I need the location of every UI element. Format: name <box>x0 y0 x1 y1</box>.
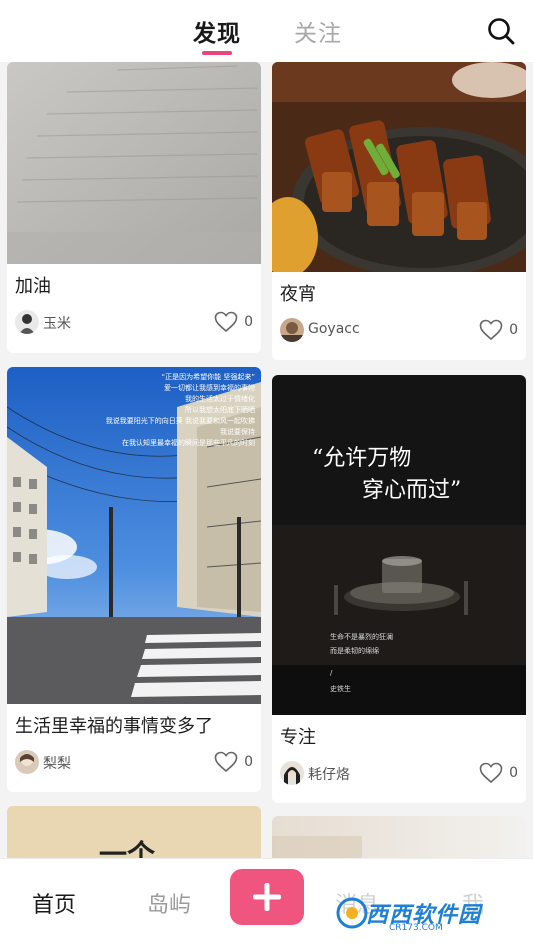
author-name[interactable]: 玉米 <box>43 313 71 333</box>
post-title: 加油 <box>15 276 51 297</box>
heart-icon <box>214 311 238 333</box>
tab-discover[interactable]: 发现 <box>193 14 241 48</box>
post-card[interactable] <box>272 816 526 858</box>
avatar[interactable] <box>15 310 39 334</box>
post-image: 一个 <box>7 806 261 858</box>
avatar[interactable] <box>280 318 304 342</box>
search-icon <box>488 18 515 45</box>
like-button[interactable]: 0 <box>214 310 253 334</box>
small-quote-text: 生命不是暴烈的狂澜 <box>330 632 393 641</box>
like-button[interactable]: 0 <box>214 750 253 774</box>
post-meta: 梨梨 0 <box>15 750 253 776</box>
bottom-navigation: 首页 岛屿 消息 我 西西软件园 CR173.COM <box>0 858 533 948</box>
post-card[interactable]: 夜宵 Goyacc 0 <box>272 62 526 360</box>
author-name[interactable]: 梨梨 <box>43 753 71 773</box>
post-card[interactable]: 一个 <box>7 806 261 858</box>
like-count: 0 <box>509 765 518 781</box>
overlay-text: 我说要保持 <box>220 427 255 436</box>
heart-icon <box>479 762 503 784</box>
create-post-button[interactable] <box>230 869 304 925</box>
heart-icon <box>214 751 238 773</box>
post-meta: Goyacc 0 <box>280 318 518 344</box>
post-card[interactable]: “允许万物 穿心而过” 生命不是暴烈的狂澜 而是柔韧的绵绵 / 史铁生 专注 耗… <box>272 375 526 803</box>
avatar[interactable] <box>15 750 39 774</box>
avatar[interactable] <box>280 761 304 785</box>
active-tab-indicator <box>202 51 232 55</box>
nav-islands[interactable]: 岛屿 <box>147 887 191 919</box>
watermark-url: CR173.COM <box>389 923 443 933</box>
post-meta: 玉米 0 <box>15 310 253 336</box>
overlay-text: 在我认知里最幸福的瞬间是那些平凡的时刻 <box>122 438 255 447</box>
overlay-text: 所以我想太阳底下晒晒 <box>185 405 255 414</box>
like-count: 0 <box>244 754 253 770</box>
post-image <box>272 62 526 272</box>
post-title: 生活里幸福的事情变多了 <box>15 716 213 737</box>
heart-icon <box>479 319 503 341</box>
top-header: 发现 关注 <box>0 0 533 62</box>
discover-feed[interactable]: 加油 玉米 0 夜宵 Goyacc 0 “正是因为希望你能 坚强起来” 爱一切都… <box>0 62 533 858</box>
like-button[interactable]: 0 <box>479 761 518 785</box>
site-watermark-logo: 西西软件园 CR173.COM <box>334 889 514 937</box>
overlay-text: 我的生活太过于情绪化 <box>185 394 255 403</box>
overlay-text: “正是因为希望你能 坚强起来” <box>162 372 255 381</box>
tab-following[interactable]: 关注 <box>294 14 342 48</box>
plus-icon <box>253 883 281 911</box>
post-image: “正是因为希望你能 坚强起来” 爱一切都让我感到幸福的事物 我的生活太过于情绪化… <box>7 367 261 704</box>
overlay-text: 我说我要阳光下的向日葵 我说我要和风一起吹拂 <box>106 416 255 425</box>
post-card[interactable]: “正是因为希望你能 坚强起来” 爱一切都让我感到幸福的事物 我的生活太过于情绪化… <box>7 367 261 792</box>
small-quote-text: 而是柔韧的绵绵 <box>330 646 379 655</box>
post-title: 夜宵 <box>280 284 316 305</box>
quote-text: “允许万物 <box>312 446 411 471</box>
like-count: 0 <box>244 314 253 330</box>
post-card[interactable]: 加油 玉米 0 <box>7 62 261 353</box>
author-name[interactable]: 耗仔烙 <box>308 764 350 784</box>
like-count: 0 <box>509 322 518 338</box>
post-image <box>272 816 526 858</box>
post-image: “允许万物 穿心而过” 生命不是暴烈的狂澜 而是柔韧的绵绵 / 史铁生 <box>272 375 526 715</box>
nav-home[interactable]: 首页 <box>32 887 76 919</box>
search-button[interactable] <box>486 16 516 46</box>
post-image <box>7 62 261 264</box>
quote-text: 穿心而过” <box>362 478 461 503</box>
author-name[interactable]: Goyacc <box>308 321 360 337</box>
overlay-text: 爱一切都让我感到幸福的事物 <box>164 383 255 392</box>
post-meta: 耗仔烙 0 <box>280 761 518 787</box>
small-quote-author: 史铁生 <box>330 684 351 693</box>
like-button[interactable]: 0 <box>479 318 518 342</box>
peek-text: 一个 <box>99 838 156 858</box>
post-title: 专注 <box>280 727 316 748</box>
